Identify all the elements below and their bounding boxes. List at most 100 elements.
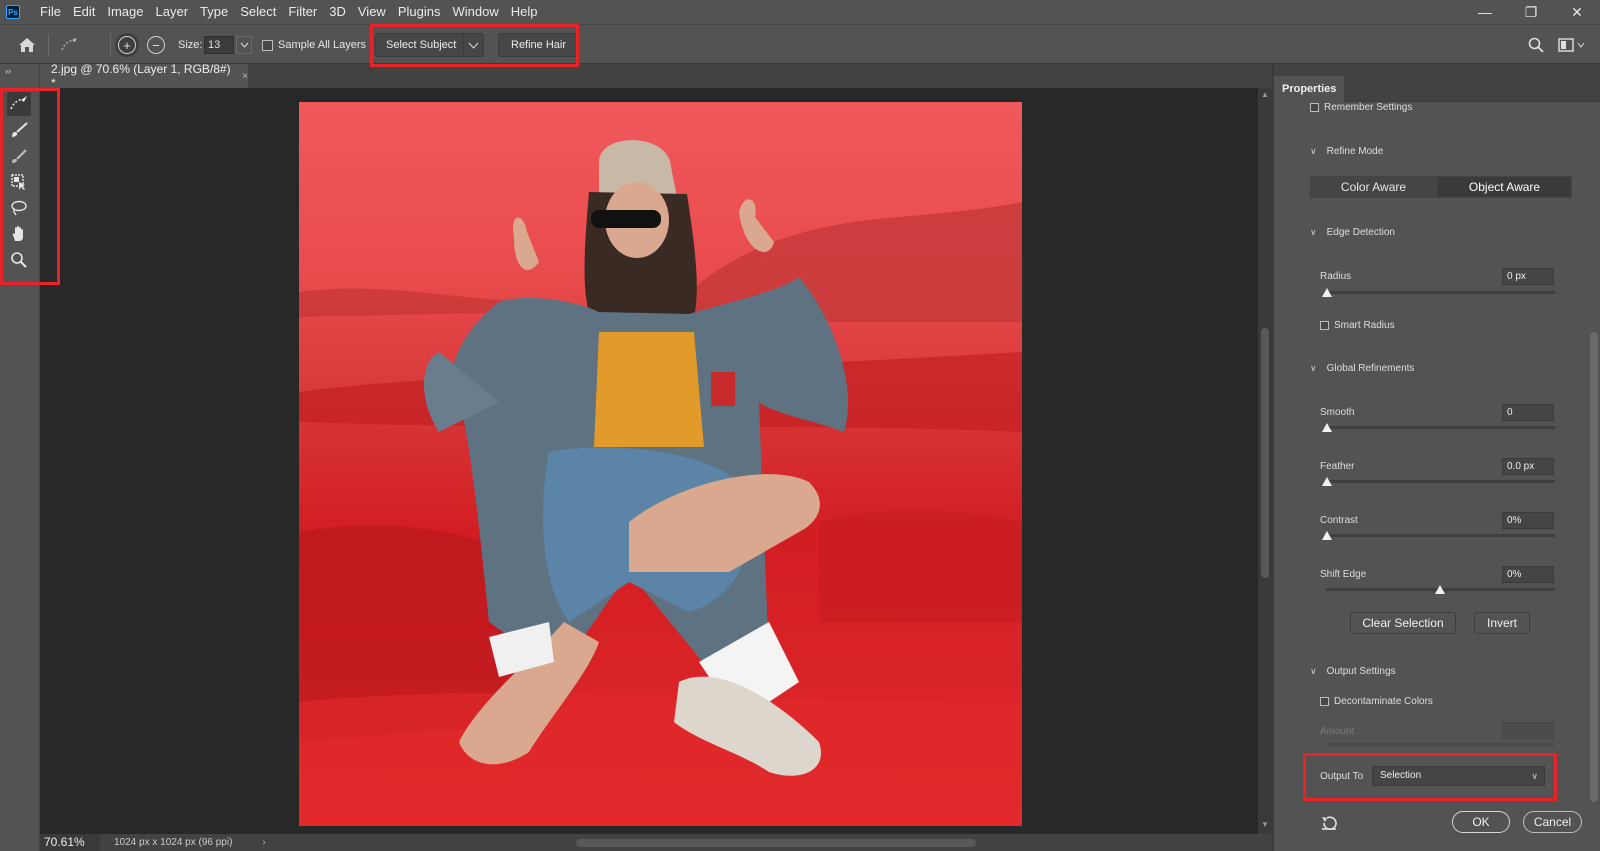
search-button[interactable] — [1528, 25, 1544, 65]
remember-settings-checkbox[interactable]: Remember Settings — [1310, 102, 1412, 113]
menu-file[interactable]: File — [34, 0, 67, 24]
highlight-output-to — [1303, 753, 1557, 801]
scroll-down-icon[interactable]: ▼ — [1261, 820, 1269, 829]
tab-properties[interactable]: Properties — [1274, 76, 1344, 102]
global-refinements-title: Global Refinements — [1326, 363, 1415, 374]
reset-workspace-button[interactable] — [1320, 815, 1338, 834]
smooth-input[interactable]: 0 — [1502, 404, 1554, 421]
options-bar: + − Size: 13 Sample All Layers Select Su… — [0, 24, 1600, 64]
highlight-tools — [0, 88, 60, 285]
checkbox-box[interactable] — [1320, 697, 1329, 706]
panel-header-strip — [1274, 64, 1600, 76]
document-image[interactable] — [299, 102, 1022, 826]
decontaminate-colors-checkbox[interactable]: Decontaminate Colors — [1320, 696, 1433, 707]
menu-3d[interactable]: 3D — [323, 0, 352, 24]
document-tab-title: 2.jpg @ 70.6% (Layer 1, RGB/8#) * — [51, 62, 231, 90]
smart-radius-checkbox[interactable]: Smart Radius — [1320, 320, 1395, 331]
size-dropdown[interactable] — [236, 36, 252, 54]
workspace-layout-icon — [1558, 38, 1574, 52]
menu-bar: Ps File Edit Image Layer Type Select Fil… — [0, 0, 1600, 24]
shift-edge-slider-thumb[interactable] — [1435, 585, 1445, 594]
radius-label: Radius — [1320, 271, 1352, 282]
canvas-horizontal-scrollbar[interactable] — [282, 838, 1250, 848]
chevron-down-icon: ∨ — [1310, 227, 1317, 237]
feather-label: Feather — [1320, 461, 1355, 472]
menu-type[interactable]: Type — [194, 0, 234, 24]
menu-items: File Edit Image Layer Type Select Filter… — [34, 0, 543, 24]
close-tab-icon[interactable]: × — [242, 71, 248, 82]
options-separator — [110, 34, 111, 56]
add-to-selection-icon[interactable]: + — [118, 36, 136, 54]
sample-all-layers-label: Sample All Layers — [278, 39, 367, 51]
document-tab-bar: 2.jpg @ 70.6% (Layer 1, RGB/8#) * × — [40, 62, 1272, 90]
feather-slider-track[interactable] — [1326, 480, 1555, 483]
close-window-button[interactable]: ✕ — [1554, 0, 1600, 24]
size-input[interactable]: 13 — [204, 36, 234, 54]
menu-edit[interactable]: Edit — [67, 0, 101, 24]
panel-scrollbar[interactable] — [1588, 102, 1600, 842]
shift-edge-label: Shift Edge — [1320, 569, 1367, 580]
menu-layer[interactable]: Layer — [150, 0, 195, 24]
cancel-button[interactable]: Cancel — [1523, 811, 1582, 833]
radius-input[interactable]: 0 px — [1502, 268, 1554, 285]
contrast-slider-track[interactable] — [1326, 534, 1555, 537]
menu-filter[interactable]: Filter — [282, 0, 323, 24]
chevron-down-icon: ∨ — [1310, 666, 1317, 676]
minimize-button[interactable]: — — [1462, 0, 1508, 24]
amount-label: Amount — [1320, 726, 1355, 737]
menu-plugins[interactable]: Plugins — [392, 0, 447, 24]
sample-all-layers-checkbox[interactable]: Sample All Layers — [262, 25, 366, 65]
refine-mode-section-header[interactable]: ∨ Refine Mode — [1310, 146, 1383, 157]
panel-tab-bar: Properties — [1274, 76, 1600, 102]
zoom-level-field[interactable]: 70.61% — [40, 834, 100, 851]
window-controls: — ❐ ✕ — [1462, 0, 1600, 24]
document-tab[interactable]: 2.jpg @ 70.6% (Layer 1, RGB/8#) * × — [40, 62, 248, 90]
reset-icon — [1322, 816, 1337, 830]
output-settings-section-header[interactable]: ∨ Output Settings — [1310, 666, 1396, 677]
checkbox-box[interactable] — [262, 39, 273, 51]
chevron-down-icon: ∨ — [1310, 146, 1317, 156]
photoshop-logo-icon: Ps — [6, 5, 20, 19]
status-menu-arrow-icon[interactable]: › — [262, 837, 265, 848]
output-settings-title: Output Settings — [1326, 666, 1396, 677]
photo-with-selection-overlay — [299, 102, 1022, 826]
contrast-label: Contrast — [1320, 515, 1358, 526]
clear-selection-button[interactable]: Clear Selection — [1350, 612, 1456, 634]
global-refinements-section-header[interactable]: ∨ Global Refinements — [1310, 363, 1414, 374]
workspace-button[interactable] — [1558, 25, 1585, 65]
checkbox-box[interactable] — [1320, 321, 1329, 330]
menu-image[interactable]: Image — [101, 0, 149, 24]
quick-selection-preset-icon — [61, 38, 77, 51]
feather-slider-thumb[interactable] — [1322, 477, 1332, 486]
scroll-thumb[interactable] — [1590, 332, 1598, 802]
tool-preset-picker[interactable] — [58, 25, 80, 65]
home-button[interactable] — [18, 25, 36, 65]
menu-help[interactable]: Help — [505, 0, 544, 24]
edge-detection-section-header[interactable]: ∨ Edge Detection — [1310, 227, 1395, 238]
options-separator — [48, 34, 49, 56]
refine-mode-title: Refine Mode — [1326, 146, 1384, 157]
scroll-up-icon[interactable]: ▲ — [1261, 90, 1269, 99]
feather-input[interactable]: 0.0 px — [1502, 458, 1554, 475]
scroll-thumb[interactable] — [576, 839, 976, 847]
checkbox-box[interactable] — [1310, 103, 1319, 112]
object-aware-option[interactable]: Object Aware — [1437, 176, 1572, 198]
menu-view[interactable]: View — [352, 0, 392, 24]
smooth-slider-track[interactable] — [1326, 426, 1555, 429]
panel-collapse-icon[interactable]: ›› — [5, 66, 11, 76]
radius-slider-track[interactable] — [1326, 291, 1555, 294]
menu-select[interactable]: Select — [234, 0, 282, 24]
ok-button[interactable]: OK — [1452, 811, 1510, 833]
maximize-button[interactable]: ❐ — [1508, 0, 1554, 24]
contrast-input[interactable]: 0% — [1502, 512, 1554, 529]
scroll-thumb[interactable] — [1261, 328, 1269, 578]
subtract-from-selection-icon[interactable]: − — [147, 36, 165, 54]
invert-button[interactable]: Invert — [1474, 612, 1530, 634]
color-aware-option[interactable]: Color Aware — [1310, 176, 1437, 198]
menu-window[interactable]: Window — [446, 0, 504, 24]
radius-slider-thumb[interactable] — [1322, 288, 1332, 297]
contrast-slider-thumb[interactable] — [1322, 531, 1332, 540]
canvas-vertical-scrollbar[interactable]: ▲ ▼ — [1258, 88, 1272, 834]
smooth-slider-thumb[interactable] — [1322, 423, 1332, 432]
shift-edge-input[interactable]: 0% — [1502, 566, 1554, 583]
